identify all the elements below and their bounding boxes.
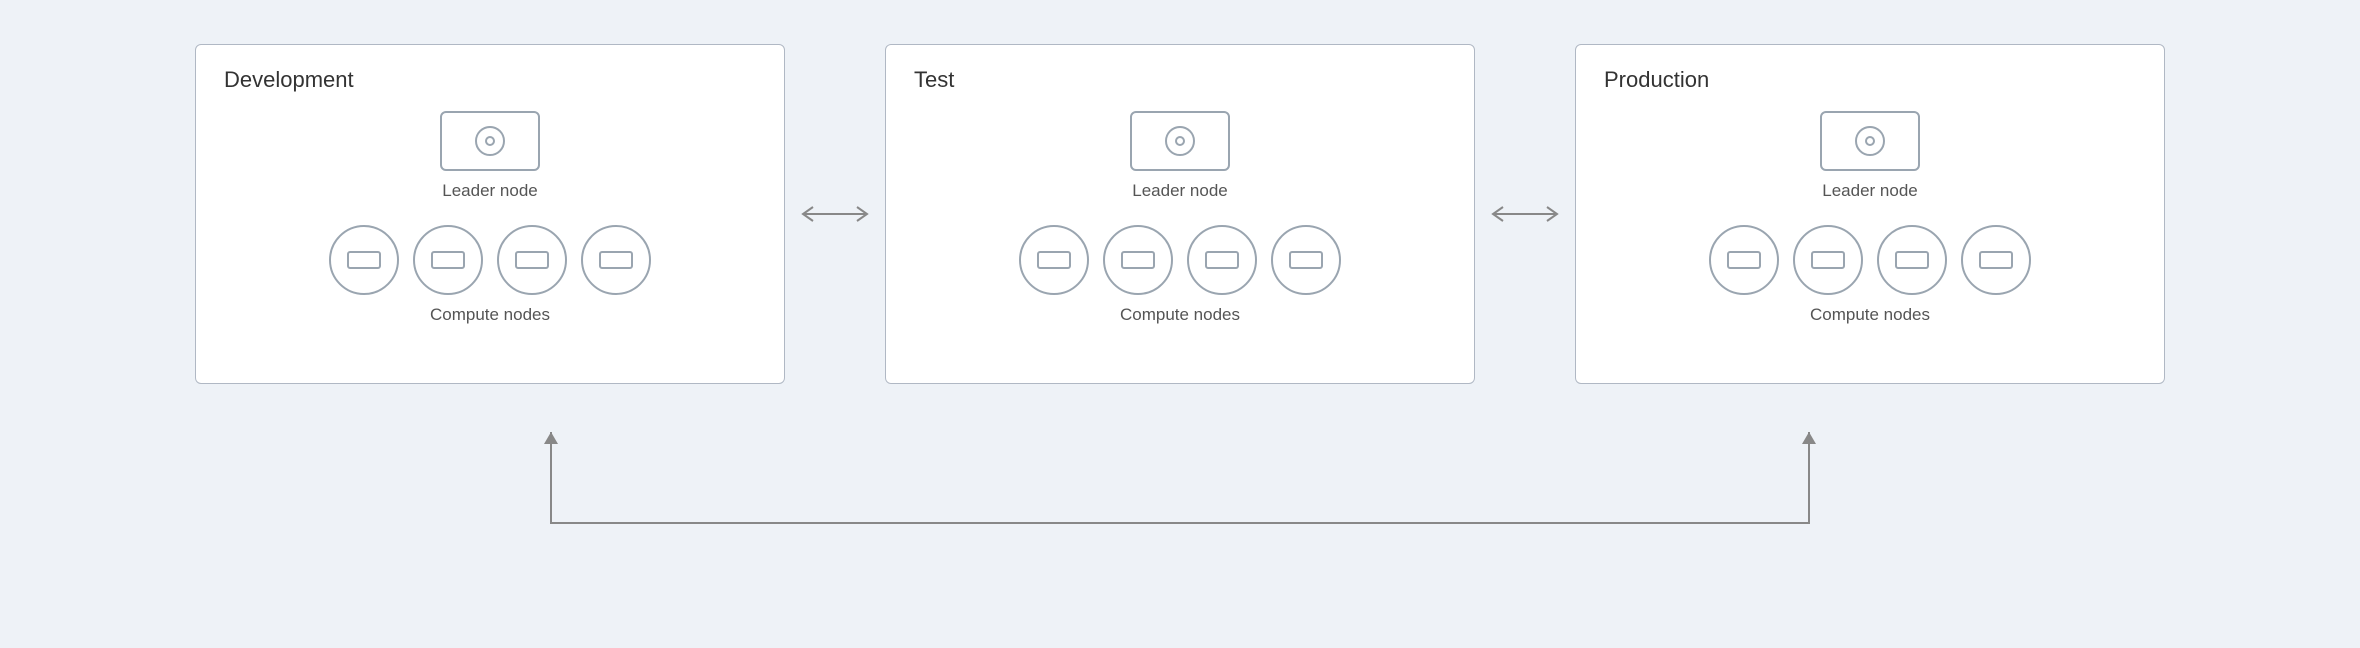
compute-node-icon-4 — [581, 225, 651, 295]
bottom-arrow-right — [1808, 432, 1810, 522]
env-title-development: Development — [224, 67, 354, 93]
compute-icons-row-production — [1709, 225, 2031, 295]
leader-section-development: Leader node — [440, 111, 540, 201]
compute-icon-inner — [1895, 251, 1929, 269]
leader-section-production: Leader node — [1820, 111, 1920, 201]
diagram-wrapper: Development Leader node — [80, 44, 2280, 604]
compute-node-icon-1 — [1019, 225, 1089, 295]
compute-icons-row-test — [1019, 225, 1341, 295]
compute-icon-inner — [1811, 251, 1845, 269]
env-box-development: Development Leader node — [195, 44, 785, 384]
compute-node-icon-1 — [329, 225, 399, 295]
compute-section-development: Compute nodes — [329, 225, 651, 325]
compute-node-icon-4 — [1271, 225, 1341, 295]
leader-icon-circle — [1165, 126, 1195, 156]
leader-node-label-test: Leader node — [1132, 181, 1227, 201]
arrow-test-production — [1475, 202, 1575, 226]
compute-icons-row-development — [329, 225, 651, 295]
compute-icon-inner — [1121, 251, 1155, 269]
compute-icon-inner — [599, 251, 633, 269]
compute-node-icon-3 — [1877, 225, 1947, 295]
compute-icon-inner — [347, 251, 381, 269]
arrow-dev-test — [785, 202, 885, 226]
leader-node-icon-test — [1130, 111, 1230, 171]
env-box-production: Production Leader node — [1575, 44, 2165, 384]
leader-node-label-production: Leader node — [1822, 181, 1917, 201]
bottom-connector — [490, 404, 1870, 524]
compute-nodes-label-production: Compute nodes — [1810, 305, 1930, 325]
compute-node-icon-3 — [497, 225, 567, 295]
compute-node-icon-3 — [1187, 225, 1257, 295]
compute-node-icon-4 — [1961, 225, 2031, 295]
leader-icon-circle — [1855, 126, 1885, 156]
compute-nodes-label-test: Compute nodes — [1120, 305, 1240, 325]
leader-node-icon-development — [440, 111, 540, 171]
compute-icon-inner — [1205, 251, 1239, 269]
leader-icon-dot — [1175, 136, 1185, 146]
leader-node-icon-production — [1820, 111, 1920, 171]
env-title-test: Test — [914, 67, 954, 93]
compute-icon-inner — [1727, 251, 1761, 269]
leader-section-test: Leader node — [1130, 111, 1230, 201]
leader-icon-circle — [475, 126, 505, 156]
compute-node-icon-2 — [413, 225, 483, 295]
leader-node-label-development: Leader node — [442, 181, 537, 201]
env-box-test: Test Leader node — [885, 44, 1475, 384]
leader-icon-dot — [1865, 136, 1875, 146]
compute-icon-inner — [1979, 251, 2013, 269]
h-arrow-dev-test — [795, 202, 875, 226]
compute-icon-inner — [515, 251, 549, 269]
compute-section-test: Compute nodes — [1019, 225, 1341, 325]
compute-icon-inner — [431, 251, 465, 269]
compute-icon-inner — [1289, 251, 1323, 269]
compute-node-icon-2 — [1103, 225, 1173, 295]
h-arrow-test-prod — [1485, 202, 1565, 226]
bottom-arrow-left — [550, 432, 552, 522]
environments-row: Development Leader node — [80, 44, 2280, 384]
leader-icon-dot — [485, 136, 495, 146]
compute-nodes-label-development: Compute nodes — [430, 305, 550, 325]
bottom-line — [550, 522, 1810, 524]
compute-node-icon-1 — [1709, 225, 1779, 295]
compute-icon-inner — [1037, 251, 1071, 269]
env-title-production: Production — [1604, 67, 1709, 93]
env-content-development: Leader node Compute nodes — [224, 111, 756, 365]
compute-node-icon-2 — [1793, 225, 1863, 295]
env-content-production: Leader node Compute nodes — [1604, 111, 2136, 365]
compute-section-production: Compute nodes — [1709, 225, 2031, 325]
env-content-test: Leader node Compute nodes — [914, 111, 1446, 365]
